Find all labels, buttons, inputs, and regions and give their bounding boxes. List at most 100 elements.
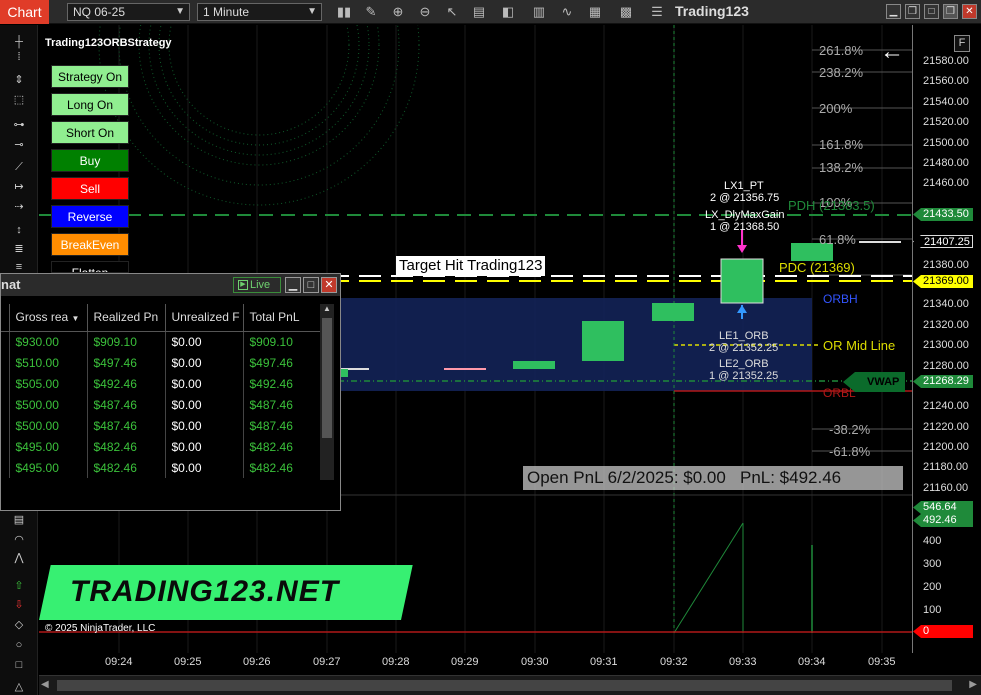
table-cell: $497.46: [243, 352, 322, 373]
restore-down-icon[interactable]: ❐: [943, 4, 958, 19]
table-row[interactable]: $500.00 $487.46 $0.00 $487.46: [1, 394, 322, 415]
price-label: 21220.00: [923, 421, 969, 433]
cursor-grid-icon[interactable]: ⁞: [11, 50, 27, 64]
app-title: Trading123: [675, 3, 749, 19]
table-row[interactable]: $500.00 $487.46 $0.00 $487.46: [1, 415, 322, 436]
price-tag: 492.46: [913, 514, 973, 527]
pattern-icon[interactable]: ⋀: [11, 551, 27, 565]
column-header-gross[interactable]: Gross rea ▼: [9, 304, 88, 332]
square-icon[interactable]: □: [11, 658, 27, 672]
arc-icon[interactable]: ◠: [11, 533, 27, 547]
table-cell: $482.46: [87, 457, 166, 478]
column-header-total[interactable]: Total PnL: [243, 304, 321, 332]
trend-line-icon[interactable]: ⟋: [11, 160, 27, 174]
strategy-on-button[interactable]: Strategy On: [51, 65, 129, 88]
table-row[interactable]: $495.00 $482.46 $0.00 $482.46: [1, 457, 322, 478]
templates-icon[interactable]: ▦: [586, 3, 604, 21]
long-on-button[interactable]: Long On: [51, 93, 129, 116]
play-icon: ▶: [238, 280, 248, 290]
ruler-icon[interactable]: ⇕: [11, 73, 27, 87]
price-label: 21540.00: [923, 96, 969, 108]
bar-type-icon[interactable]: ▮▮: [335, 3, 353, 21]
properties-icon[interactable]: ▤: [470, 3, 488, 21]
crosshair-icon[interactable]: ┼: [11, 35, 27, 49]
pointer-icon[interactable]: ↖: [443, 3, 461, 21]
indicators-icon[interactable]: ▥: [530, 3, 548, 21]
time-axis[interactable]: 09:24 09:25 09:26 09:27 09:28 09:29 09:30 09:31…: [39, 653, 912, 675]
sell-button[interactable]: Sell: [51, 177, 129, 200]
close-icon[interactable]: ✕: [321, 277, 337, 293]
price-axis[interactable]: F 21580.00 21560.00 21540.00 21520.00 21500.…: [912, 25, 981, 653]
vertical-line-icon[interactable]: ↕: [11, 223, 27, 237]
strategy-title: Trading123ORBStrategy: [45, 37, 172, 49]
table-row[interactable]: $930.00 $909.10 $0.00 $909.10: [1, 331, 322, 352]
live-button[interactable]: ▶ Live: [233, 277, 281, 293]
restore-icon[interactable]: ❐: [905, 4, 920, 19]
fibonacci-icon[interactable]: ≣: [11, 242, 27, 256]
time-label: 09:31: [590, 656, 618, 668]
data-box-icon[interactable]: ▩: [617, 3, 635, 21]
scroll-up-icon[interactable]: ▲: [320, 304, 334, 316]
f-button[interactable]: F: [954, 35, 970, 52]
grid-scrollbar[interactable]: ▲: [320, 304, 334, 480]
table-cell: $495.00: [9, 436, 88, 457]
grid-title-bar: nat ▶ Live ▁ □ ✕: [1, 274, 340, 296]
breakeven-button[interactable]: BreakEven: [51, 233, 129, 256]
table-cell: $0.00: [165, 415, 244, 436]
close-icon[interactable]: ✕: [962, 4, 977, 19]
scroll-right-icon[interactable]: ▶: [969, 679, 977, 690]
horizontal-line-icon[interactable]: ⊶: [11, 118, 27, 132]
zoom-out-icon[interactable]: ⊖: [416, 3, 434, 21]
chart-tab[interactable]: Chart: [0, 0, 49, 24]
drawing-tools-icon[interactable]: ∿: [558, 3, 576, 21]
table-row[interactable]: $495.00 $482.46 $0.00 $482.46: [1, 436, 322, 457]
candle-0932: [720, 258, 764, 304]
minimize-icon[interactable]: ▁: [886, 4, 901, 19]
pencil-icon[interactable]: ✎: [362, 3, 380, 21]
menu-icon[interactable]: ☰: [648, 3, 666, 21]
arrow-left-icon[interactable]: ←: [880, 40, 904, 64]
circle-icon[interactable]: ○: [11, 638, 27, 652]
row-stub: [1, 457, 10, 478]
arrow-line-icon[interactable]: ⇢: [11, 200, 27, 214]
time-label: 09:27: [313, 656, 341, 668]
price-label: 21180.00: [923, 461, 969, 473]
maximize-icon[interactable]: □: [924, 4, 939, 19]
interval-selector[interactable]: 1 Minute ▼: [197, 3, 322, 21]
ray-icon[interactable]: ⊸: [11, 138, 27, 152]
arrow-down-icon[interactable]: ⇩: [11, 598, 27, 612]
extended-line-icon[interactable]: ↦: [11, 180, 27, 194]
candle-0930: [582, 321, 624, 361]
triangle-icon[interactable]: △: [11, 680, 27, 694]
table-row[interactable]: $505.00 $492.46 $0.00 $492.46: [1, 373, 322, 394]
decorative-arc: [98, 25, 420, 206]
minimize-icon[interactable]: ▁: [285, 277, 301, 293]
performance-grid-window: nat ▶ Live ▁ □ ✕ Gross rea ▼ Realized Pn…: [0, 273, 341, 511]
column-header-unrealized[interactable]: Unrealized F: [165, 304, 244, 332]
horizontal-scrollbar[interactable]: ◀ ▶: [39, 675, 981, 695]
table-cell: $930.00: [9, 331, 88, 352]
reverse-button[interactable]: Reverse: [51, 205, 129, 228]
strategies-icon[interactable]: ◧: [499, 3, 517, 21]
text-list-icon[interactable]: ▤: [11, 513, 27, 527]
live-label: Live: [250, 279, 271, 291]
column-header-realized[interactable]: Realized Pn: [87, 304, 166, 332]
zoom-in-icon[interactable]: ⊕: [389, 3, 407, 21]
fib-label: 161.8%: [819, 137, 864, 152]
short-on-button[interactable]: Short On: [51, 121, 129, 144]
buy-button[interactable]: Buy: [51, 149, 129, 172]
maximize-icon[interactable]: □: [303, 277, 319, 293]
fib-label: -61.8%: [829, 444, 871, 459]
instrument-selector[interactable]: NQ 06-25 ▼: [67, 3, 190, 21]
arrow-up-icon[interactable]: ⇧: [11, 579, 27, 593]
price-label: 21340.00: [923, 298, 969, 310]
diamond-icon[interactable]: ◇: [11, 618, 27, 632]
scroll-left-icon[interactable]: ◀: [41, 679, 49, 690]
time-label: 09:28: [382, 656, 410, 668]
fib-extension-icon[interactable]: ≡: [11, 260, 27, 274]
select-region-icon[interactable]: ⬚: [11, 93, 27, 107]
grid-scroll-thumb[interactable]: [322, 318, 332, 438]
table-row[interactable]: $510.00 $497.46 $0.00 $497.46: [1, 352, 322, 373]
flatten-button[interactable]: Flatten: [51, 261, 129, 273]
scroll-thumb[interactable]: [57, 680, 952, 691]
